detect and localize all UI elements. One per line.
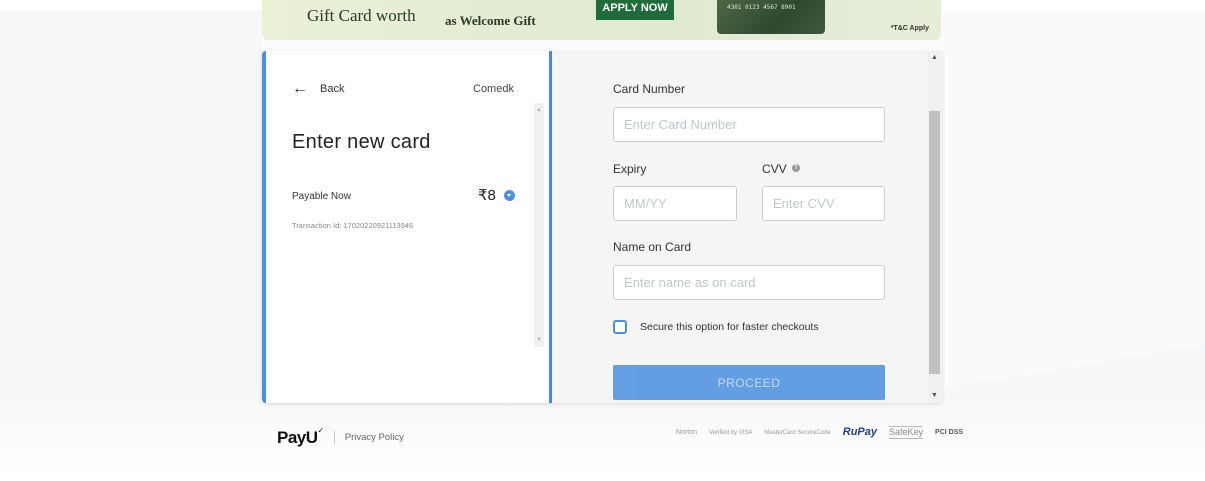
save-card-label: Secure this option for faster checkouts xyxy=(640,321,819,333)
name-on-card-label: Name on Card xyxy=(613,240,692,254)
verified-by-visa-badge: Verified by VISA xyxy=(709,429,753,436)
scroll-up-icon[interactable]: ▲ xyxy=(536,107,542,113)
cvv-label: CVV xyxy=(762,162,787,176)
transaction-id: Transaction Id: 17020220921113946 xyxy=(292,221,414,230)
back-button[interactable]: ← Back xyxy=(292,81,344,97)
proceed-button[interactable]: PROCEED xyxy=(613,365,885,400)
banner-apply-button[interactable]: APPLY NOW xyxy=(596,0,674,20)
footer-divider xyxy=(333,430,335,444)
back-arrow-icon: ← xyxy=(292,80,308,97)
scrollbar-thumb[interactable] xyxy=(929,111,940,374)
rupay-badge: RuPay xyxy=(842,426,877,438)
pci-dss-badge: PCI DSS xyxy=(935,429,964,436)
scroll-down-icon[interactable]: ▼ xyxy=(536,337,542,343)
expiry-label: Expiry xyxy=(613,162,647,176)
card-number-label: Card Number xyxy=(613,82,686,96)
scroll-down-icon[interactable]: ▼ xyxy=(931,392,938,399)
promo-banner[interactable]: Gift Card worth as Welcome Gift APPLY NO… xyxy=(262,0,941,40)
chevron-down-icon[interactable] xyxy=(503,189,515,201)
banner-welcome-text: as Welcome Gift xyxy=(445,13,536,28)
cvv-input[interactable] xyxy=(762,186,885,221)
payable-now-label: Payable Now xyxy=(292,191,351,202)
cvv-label-wrap: CVV? xyxy=(762,162,800,176)
norton-badge: Norton xyxy=(676,429,698,436)
save-card-checkbox[interactable] xyxy=(613,320,627,334)
banner-gift-text: Gift Card worth xyxy=(307,6,416,25)
footer-brand: PayU✓ Privacy Policy xyxy=(277,426,404,448)
payu-logo-mark: ✓ xyxy=(317,426,325,435)
banner-card-number: 4301 0123 4567 8901 xyxy=(727,4,796,11)
page-title: Enter new card xyxy=(292,131,431,153)
expiry-input[interactable] xyxy=(613,186,737,221)
question-icon[interactable]: ? xyxy=(791,164,800,172)
order-summary-panel: ← Back Comedk Enter new card Payable Now… xyxy=(262,51,552,403)
name-on-card-input[interactable] xyxy=(613,265,885,300)
save-card-option[interactable]: Secure this option for faster checkouts xyxy=(613,320,819,334)
merchant-name: Comedk xyxy=(473,83,514,95)
mastercard-securecode-badge: MasterCard SecureCode xyxy=(764,429,831,436)
card-number-input[interactable] xyxy=(613,107,885,142)
amount-value: ₹8 xyxy=(478,187,496,204)
background-shape-left xyxy=(0,10,262,390)
back-label: Back xyxy=(320,83,345,95)
payu-logo-text: PayU xyxy=(277,428,318,447)
security-badges: Norton Verified by VISA MasterCard Secur… xyxy=(676,426,963,439)
banner-card-image: 4301 0123 4567 8901 xyxy=(717,0,825,34)
safekey-badge: SafeKey xyxy=(889,426,924,439)
payu-logo: PayU✓ xyxy=(277,426,324,448)
background-shape-right xyxy=(940,10,1205,390)
payable-amount[interactable]: ₹8 xyxy=(478,186,515,204)
scroll-up-icon[interactable]: ▲ xyxy=(931,54,938,61)
privacy-policy-link[interactable]: Privacy Policy xyxy=(345,432,404,443)
card-form-panel: Card Number Expiry CVV? Name on Card Sec… xyxy=(552,51,942,403)
banner-tnc: *T&C Apply xyxy=(890,25,929,32)
left-scrollbar[interactable]: ▲ ▼ xyxy=(534,103,544,347)
right-scrollbar[interactable]: ▲ ▼ xyxy=(927,51,942,403)
